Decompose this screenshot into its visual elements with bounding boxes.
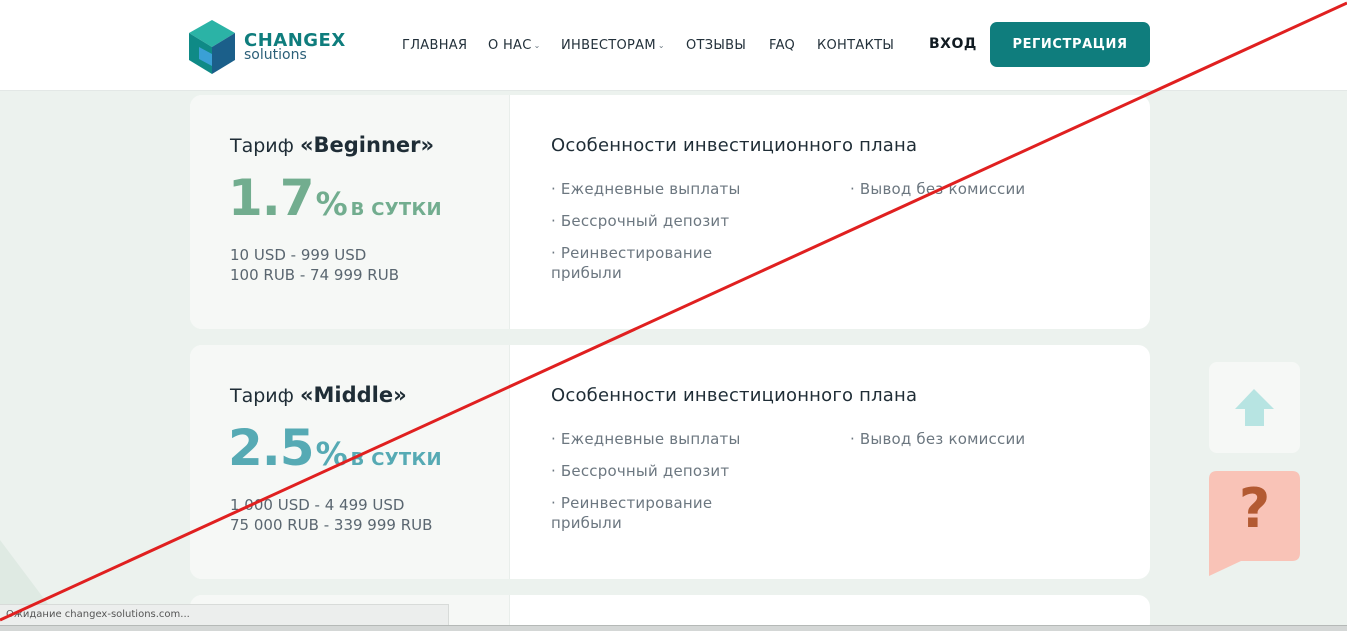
taskbar bbox=[0, 625, 1347, 631]
logo[interactable]: CHANGEX solutions bbox=[189, 20, 349, 74]
plan-title-prefix: Тариф bbox=[230, 135, 294, 157]
register-button[interactable]: РЕГИСТРАЦИЯ bbox=[990, 22, 1150, 67]
plan-range-rub: 75 000 RUB - 339 999 RUB bbox=[230, 516, 433, 534]
site-header: CHANGEX solutions ГЛАВНАЯ О НАС ⌄ ИНВЕСТО… bbox=[0, 0, 1347, 91]
features-title: Особенности инвестиционного плана bbox=[551, 385, 918, 406]
feature-item: · Реинвестирование прибыли bbox=[551, 244, 713, 282]
feature-item: · Вывод без комиссии bbox=[850, 180, 1026, 198]
plan-title: Тариф «Beginner» bbox=[230, 133, 434, 157]
plan-rate-value: 1.7 bbox=[228, 169, 315, 227]
feature-item: · Реинвестирование прибыли bbox=[551, 494, 713, 532]
nav-item-about[interactable]: О НАС ⌄ bbox=[488, 38, 541, 53]
plan-range-usd: 1 000 USD - 4 499 USD bbox=[230, 496, 405, 514]
plan-name: «Beginner» bbox=[299, 133, 435, 157]
plan-summary: Тариф «Beginner» 1.7% в сутки 10 USD - 99… bbox=[190, 95, 510, 329]
plan-rate-percent: % bbox=[315, 435, 348, 473]
plan-title-prefix: Тариф bbox=[230, 385, 294, 407]
features-title: Особенности инвестиционного плана bbox=[551, 135, 918, 156]
nav-item-contacts[interactable]: КОНТАКТЫ bbox=[817, 38, 894, 53]
plan-title: Тариф «Middle» bbox=[230, 383, 407, 407]
nav-item-home[interactable]: ГЛАВНАЯ bbox=[402, 38, 467, 53]
plan-summary: Тариф «Middle» 2.5% в сутки 1 000 USD - 4… bbox=[190, 345, 510, 579]
plan-range-usd: 10 USD - 999 USD bbox=[230, 246, 367, 264]
login-link[interactable]: ВХОД bbox=[929, 36, 977, 52]
plan-rate-unit: в сутки bbox=[350, 199, 442, 220]
plan-rate-value: 2.5 bbox=[228, 419, 315, 477]
logo-cube-icon bbox=[189, 20, 235, 74]
plan-name: «Middle» bbox=[299, 383, 407, 407]
scroll-to-top-button[interactable] bbox=[1209, 362, 1300, 453]
brand-subtitle: solutions bbox=[244, 47, 307, 63]
arrow-up-icon bbox=[1235, 389, 1274, 426]
plan-rate: 1.7% в сутки bbox=[228, 169, 442, 227]
feature-item: · Бессрочный депозит bbox=[551, 212, 730, 230]
plan-rate: 2.5% в сутки bbox=[228, 419, 442, 477]
nav-item-reviews[interactable]: ОТЗЫВЫ bbox=[686, 38, 746, 53]
help-button[interactable]: ? bbox=[1209, 471, 1300, 576]
plan-range-rub: 100 RUB - 74 999 RUB bbox=[230, 266, 399, 284]
feature-item: · Вывод без комиссии bbox=[850, 430, 1026, 448]
nav-item-investors[interactable]: ИНВЕСТОРАМ ⌄ bbox=[561, 38, 665, 53]
plan-card-beginner: Тариф «Beginner» 1.7% в сутки 10 USD - 99… bbox=[190, 95, 1150, 329]
chevron-down-icon: ⌄ bbox=[657, 41, 665, 50]
feature-item: · Бессрочный депозит bbox=[551, 462, 730, 480]
question-icon: ? bbox=[1238, 477, 1271, 540]
browser-status-bar: Ожидание changex-solutions.com... bbox=[0, 604, 449, 626]
nav-item-faq[interactable]: FAQ bbox=[769, 38, 795, 53]
plan-rate-unit: в сутки bbox=[350, 449, 442, 470]
chevron-down-icon: ⌄ bbox=[533, 41, 541, 50]
feature-item: · Ежедневные выплаты bbox=[551, 180, 741, 198]
plan-rate-percent: % bbox=[315, 185, 348, 223]
feature-item: · Ежедневные выплаты bbox=[551, 430, 741, 448]
plan-card-middle: Тариф «Middle» 2.5% в сутки 1 000 USD - 4… bbox=[190, 345, 1150, 579]
